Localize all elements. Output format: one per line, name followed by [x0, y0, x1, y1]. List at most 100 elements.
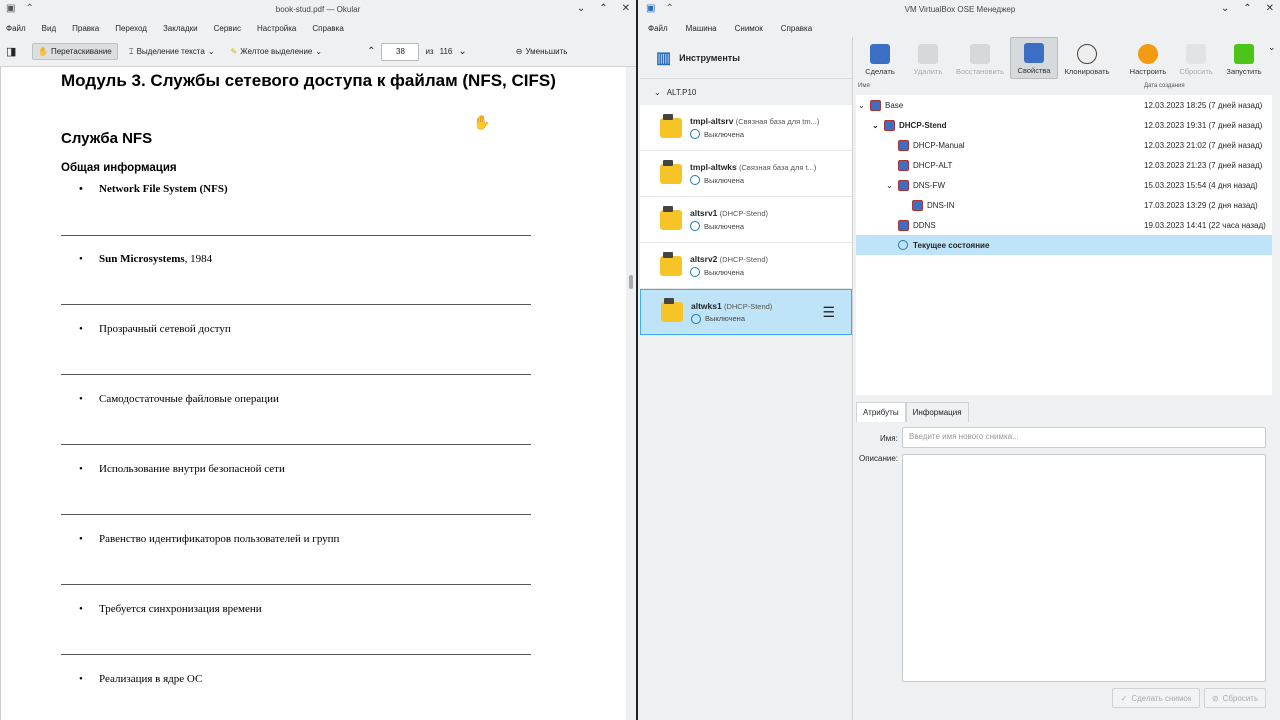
clone-button[interactable]: Клонировать [1058, 37, 1116, 79]
snapshot-description-input[interactable] [902, 454, 1266, 682]
menu-help[interactable]: Справка [781, 24, 812, 33]
arrow-down-icon [1186, 44, 1206, 64]
settings-button[interactable]: Настроить [1124, 37, 1172, 79]
chevron-down-icon: ⌄ [872, 120, 879, 130]
maximize-icon[interactable]: ⌃ [1243, 3, 1251, 14]
restore-snapshot-button[interactable]: Восстановить [952, 37, 1008, 79]
snapshot-row[interactable]: DNS-IN 17.03.2023 13:29 (2 дня назад) [856, 195, 1272, 215]
power-off-icon [690, 175, 700, 185]
menu-file[interactable]: Файл [6, 24, 26, 33]
menu-help[interactable]: Справка [312, 24, 343, 33]
tools-header[interactable]: ▥ Инструменты [640, 37, 852, 79]
page-down-icon[interactable]: ⌄ [458, 46, 466, 57]
yellow-highlight-button[interactable]: ✎ Желтое выделение ⌄ [226, 44, 328, 59]
menu-file[interactable]: Файл [648, 24, 668, 33]
close-icon[interactable]: ✕ [622, 3, 630, 14]
zoom-out-button[interactable]: ⊖ Уменьшить [511, 44, 573, 59]
okular-toolbar: ◨ ✋ Перетаскивание ⌶ Выделение текста ⌄ ✎ Же… [0, 37, 636, 67]
delete-snapshot-button[interactable]: Удалить [904, 37, 952, 79]
snapshot-columns: Имя Дата создания [856, 83, 1272, 93]
vbox-menubar: Файл Машина Снимок Справка [640, 19, 1280, 37]
snapshot-icon [898, 139, 909, 151]
vm-item-tmpl-altwks[interactable]: tmpl-altwks (Связная база для t...) Выкл… [640, 151, 852, 197]
take-snapshot-button[interactable]: Сделать [856, 37, 904, 79]
tools-icon: ▥ [656, 49, 672, 67]
okular-menubar: Файл Вид Правка Переход Закладки Сервис … [0, 19, 636, 37]
power-off-icon [690, 267, 700, 277]
bullet-item: • Требуется синхронизация времени [79, 603, 262, 615]
okular-window: ▣ ⌃ book-stud.pdf — Okular ⌄ ⌃ ✕ Файл Вид П… [0, 0, 638, 720]
drag-tool-button[interactable]: ✋ Перетаскивание [32, 43, 118, 60]
sidebar-toggle-icon[interactable]: ◨ [6, 45, 26, 58]
properties-button[interactable]: Свойства [1010, 37, 1058, 79]
keep-above-icon[interactable]: ⌃ [25, 3, 33, 14]
vm-item-altsrv1[interactable]: altsrv1 (DHCP-Stend) Выключена [640, 197, 852, 243]
menu-edit[interactable]: Правка [72, 24, 99, 33]
reset-button[interactable]: ⊘ Сбросить [1204, 688, 1266, 708]
okular-titlebar: ▣ ⌃ book-stud.pdf — Okular ⌄ ⌃ ✕ [0, 0, 636, 19]
select-text-button[interactable]: ⌶ Выделение текста ⌄ [124, 44, 220, 60]
tab-attributes[interactable]: Атрибуты [856, 402, 906, 422]
snapshot-icon [898, 159, 909, 171]
discard-button[interactable]: Сбросить [1172, 37, 1220, 79]
window-menu-icon[interactable]: ▣ [6, 3, 15, 14]
start-button[interactable]: Запустить [1220, 37, 1268, 79]
attributes-panel: Имя: Введите имя нового снимка... Описан… [856, 426, 1272, 716]
vm-group-header[interactable]: ⌄ ALT.P10 [640, 79, 852, 105]
column-name[interactable]: Имя [856, 83, 1144, 93]
snapshot-row[interactable]: ⌄ DHCP-Stend 12.03.2023 19:31 (7 дней наза… [856, 115, 1272, 135]
menu-snapshot[interactable]: Снимок [735, 24, 763, 33]
snapshot-row[interactable]: DDNS 19.03.2023 14:41 (22 часа назад) [856, 215, 1272, 235]
menu-settings[interactable]: Настройка [257, 24, 296, 33]
snapshot-row[interactable]: DHCP-ALT 12.03.2023 21:23 (7 дней назад) [856, 155, 1272, 175]
vm-os-icon [661, 298, 683, 322]
vm-details-menu-icon[interactable]: ☰ [822, 304, 835, 321]
reset-icon: ⊘ [1211, 693, 1219, 703]
document-scrollbar[interactable] [626, 67, 636, 720]
page-up-icon[interactable]: ⌃ [367, 46, 375, 57]
chevron-down-icon: ⌄ [654, 87, 661, 97]
menu-view[interactable]: Вид [42, 24, 56, 33]
snapshot-tree: ⌄ Base 12.03.2023 18:25 (7 дней назад) ⌄ DH… [856, 95, 1272, 395]
take-snapshot-confirm-button[interactable]: ✓ Сделать снимок [1112, 688, 1200, 708]
keep-above-icon[interactable]: ⌃ [665, 3, 673, 14]
menu-bookmarks[interactable]: Закладки [163, 24, 198, 33]
snapshot-name-input[interactable]: Введите имя нового снимка... [902, 427, 1266, 448]
snapshot-row[interactable]: DHCP-Manual 12.03.2023 21:02 (7 дней наза… [856, 135, 1272, 155]
tab-information[interactable]: Информация [905, 402, 969, 422]
details-tabs: Атрибуты Информация [856, 402, 969, 422]
vm-item-tmpl-altsrv[interactable]: tmpl-altsrv (Связная база для tm...) Вык… [640, 105, 852, 151]
bullet-item: • Прозрачный сетевой доступ [79, 323, 231, 335]
vbox-titlebar: ▣ ⌃ VM VirtualBox OSE Менеджер ⌄ ⌃ ✕ [640, 0, 1280, 19]
virtualbox-logo-icon[interactable]: ▣ [646, 3, 655, 14]
vbox-title: VM VirtualBox OSE Менеджер [904, 5, 1016, 14]
snapshot-row[interactable]: ⌄ DNS-FW 15.03.2023 15:54 (4 дня назад) [856, 175, 1272, 195]
minimize-icon[interactable]: ⌄ [577, 3, 585, 14]
scroll-thumb[interactable] [629, 275, 633, 289]
description-label: Описание: [859, 454, 899, 463]
snapshot-icon [898, 179, 909, 191]
snapshot-row[interactable]: ⌄ Base 12.03.2023 18:25 (7 дней назад) [856, 95, 1272, 115]
menu-machine[interactable]: Машина [686, 24, 717, 33]
close-icon[interactable]: ✕ [1266, 3, 1274, 14]
vm-sidebar: ▥ Инструменты ⌄ ALT.P10 tmpl-altsrv (Свя… [640, 37, 853, 720]
chevron-down-icon[interactable]: ⌄ [1268, 42, 1276, 79]
vm-item-altsrv2[interactable]: altsrv2 (DHCP-Stend) Выключена [640, 243, 852, 289]
minimize-icon[interactable]: ⌄ [1221, 3, 1229, 14]
page-number-input[interactable]: 38 [381, 42, 420, 61]
text-cursor-icon: ⌶ [128, 46, 134, 56]
menu-tools[interactable]: Сервис [214, 24, 241, 33]
note-line [61, 444, 531, 445]
menu-go[interactable]: Переход [115, 24, 147, 33]
camera-add-icon [870, 44, 890, 64]
current-state-row[interactable]: Текущее состояние [856, 235, 1272, 255]
page-total: 116 [439, 47, 453, 56]
maximize-icon[interactable]: ⌃ [599, 3, 607, 14]
doc-heading-module: Модуль 3. Службы сетевого доступа к файл… [61, 71, 556, 90]
vm-item-altwks1[interactable]: altwks1 (DHCP-Stend) Выключена ☰ [640, 289, 852, 335]
column-date[interactable]: Дата создания [1144, 83, 1185, 93]
gear-icon [1138, 44, 1158, 64]
arrow-right-icon [1234, 44, 1254, 64]
note-line [61, 514, 531, 515]
snapshot-icon [884, 119, 895, 131]
